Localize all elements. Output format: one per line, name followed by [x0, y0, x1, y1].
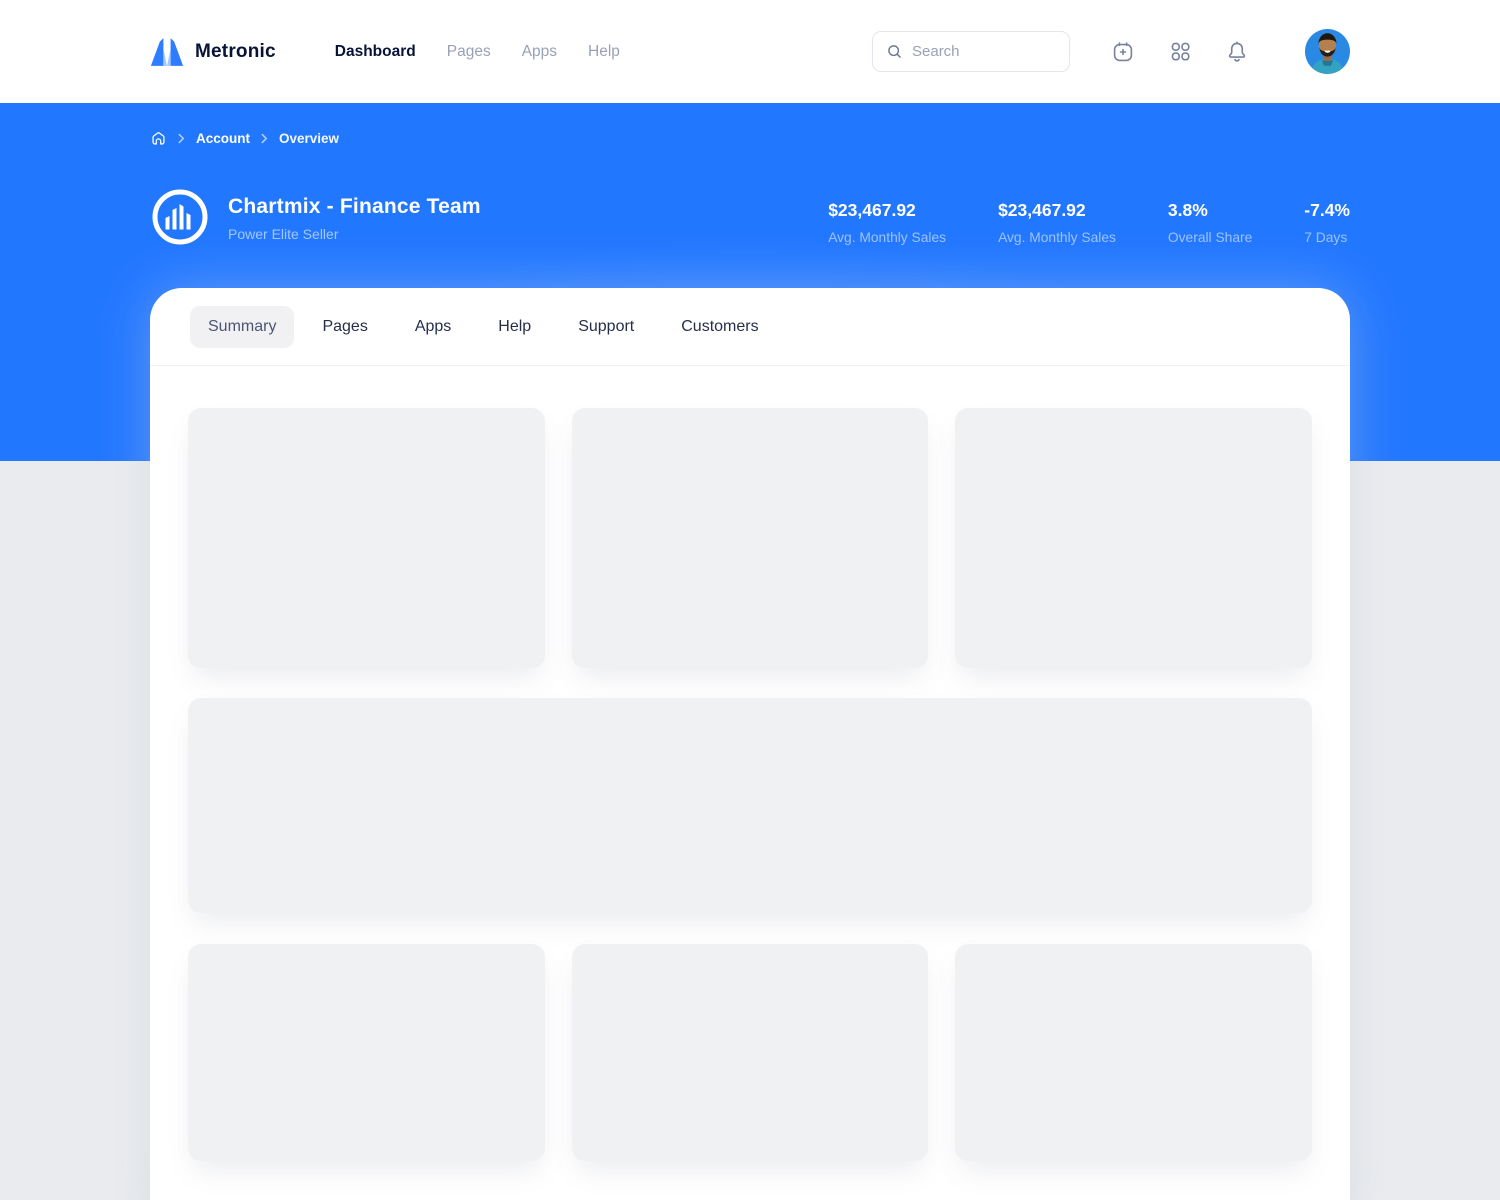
tab-apps[interactable]: Apps: [415, 318, 451, 336]
primary-nav: Dashboard Pages Apps Help: [335, 43, 620, 61]
stat-label: Overall Share: [1168, 229, 1252, 246]
content-placeholder: [572, 944, 929, 1161]
page-title: Chartmix - Finance Team: [228, 194, 481, 220]
bell-icon[interactable]: [1225, 40, 1249, 64]
page-subtitle: Power Elite Seller: [228, 226, 481, 243]
search-box[interactable]: [872, 31, 1070, 72]
chevron-right-icon: [178, 133, 185, 144]
placeholder-row: [188, 698, 1312, 913]
placeholder-row: [188, 944, 1312, 1161]
tab-bar: Summary Pages Apps Help Support Customer…: [150, 288, 1350, 366]
breadcrumb-account[interactable]: Account: [196, 131, 250, 146]
tab-help[interactable]: Help: [498, 318, 531, 336]
search-input[interactable]: [912, 43, 1042, 60]
top-header: Metronic Dashboard Pages Apps Help: [0, 0, 1500, 103]
stat-value: 3.8%: [1168, 197, 1252, 223]
hero-stats: $23,467.92 Avg. Monthly Sales $23,467.92…: [828, 187, 1350, 246]
nav-item-apps[interactable]: Apps: [522, 43, 557, 61]
stat-label: Avg. Monthly Sales: [828, 229, 946, 246]
breadcrumb: Account Overview: [150, 129, 1350, 147]
header-icon-row: [1111, 29, 1350, 74]
tab-pages[interactable]: Pages: [322, 318, 367, 336]
search-icon: [886, 43, 903, 60]
content-placeholder: [188, 408, 545, 668]
user-avatar[interactable]: [1305, 29, 1350, 74]
stat-7-days: -7.4% 7 Days: [1304, 197, 1350, 246]
tab-panel-summary: [150, 366, 1350, 1161]
main-card: Summary Pages Apps Help Support Customer…: [150, 288, 1350, 1200]
content-placeholder: [188, 944, 545, 1161]
tab-customers[interactable]: Customers: [681, 318, 758, 336]
content-placeholder: [955, 408, 1312, 668]
content-placeholder: [188, 698, 1312, 913]
hero-content: Chartmix - Finance Team Power Elite Sell…: [150, 187, 1350, 247]
team-identity: Chartmix - Finance Team Power Elite Sell…: [150, 187, 481, 247]
calendar-add-icon[interactable]: [1111, 40, 1135, 64]
tab-support[interactable]: Support: [578, 318, 634, 336]
stat-label: 7 Days: [1304, 229, 1350, 246]
tab-summary[interactable]: Summary: [190, 306, 294, 348]
home-icon[interactable]: [150, 130, 167, 147]
stat-overall-share: 3.8% Overall Share: [1168, 197, 1252, 246]
placeholder-row: [188, 408, 1312, 668]
content-placeholder: [572, 408, 929, 668]
bar-chart-circle-icon: [150, 187, 210, 247]
stat-value: $23,467.92: [998, 197, 1116, 223]
nav-item-dashboard[interactable]: Dashboard: [335, 43, 416, 61]
apps-grid-icon[interactable]: [1168, 40, 1192, 64]
header-actions: [872, 29, 1350, 74]
nav-item-help[interactable]: Help: [588, 43, 620, 61]
stat-value: -7.4%: [1304, 197, 1350, 223]
content-placeholder: [955, 944, 1312, 1161]
stat-avg-monthly-sales-1: $23,467.92 Avg. Monthly Sales: [828, 197, 946, 246]
brand-name: Metronic: [195, 41, 276, 63]
metronic-logo-icon: [150, 37, 184, 66]
breadcrumb-overview[interactable]: Overview: [279, 131, 339, 146]
stat-value: $23,467.92: [828, 197, 946, 223]
nav-item-pages[interactable]: Pages: [447, 43, 491, 61]
metronic-logo[interactable]: Metronic: [150, 37, 276, 66]
stat-label: Avg. Monthly Sales: [998, 229, 1116, 246]
stat-avg-monthly-sales-2: $23,467.92 Avg. Monthly Sales: [998, 197, 1116, 246]
chevron-right-icon: [261, 133, 268, 144]
